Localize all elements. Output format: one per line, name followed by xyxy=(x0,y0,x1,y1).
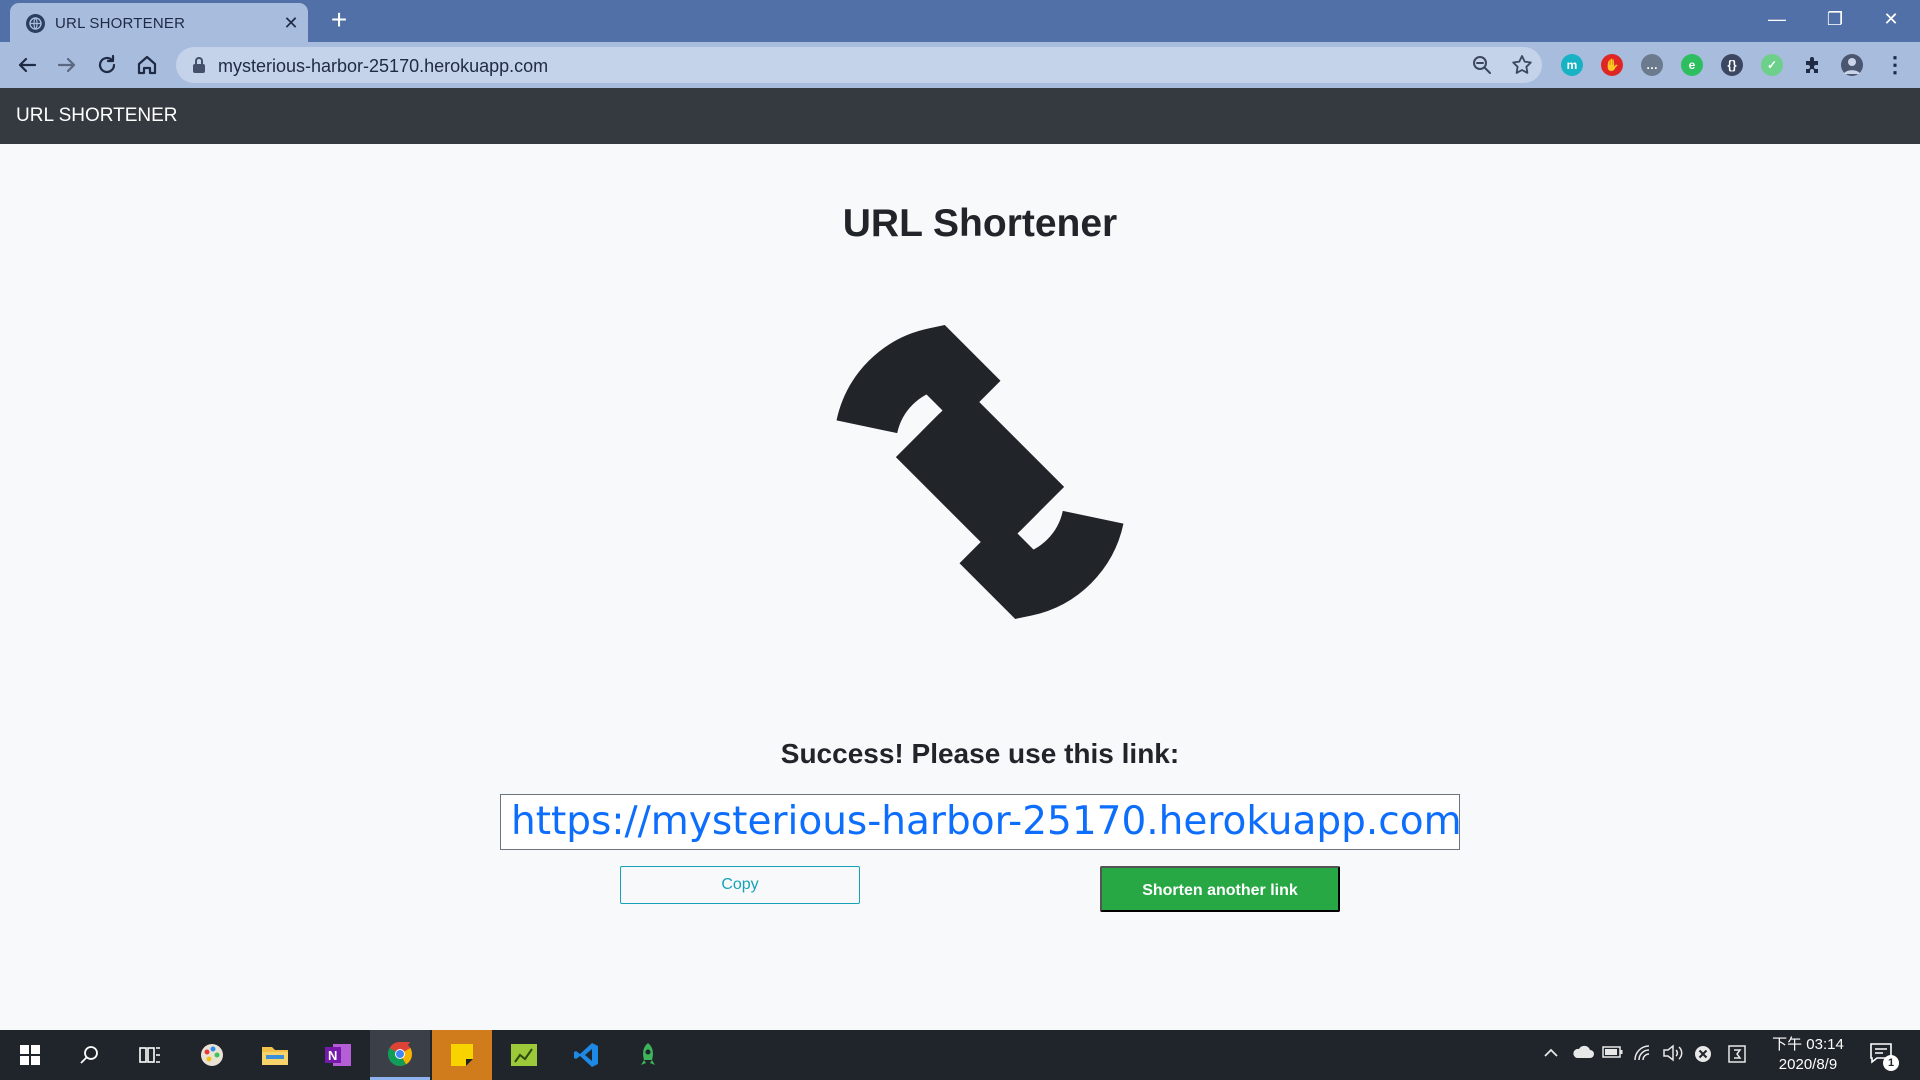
address-bar[interactable]: mysterious-harbor-25170.herokuapp.com xyxy=(176,47,1542,83)
short-link-field[interactable]: https://mysterious-harbor-25170.herokuap… xyxy=(500,794,1460,850)
browser-menu-icon[interactable]: ⋮ xyxy=(1884,51,1906,79)
page-navbar: URL SHORTENER xyxy=(0,88,1920,144)
lock-icon[interactable] xyxy=(192,57,206,73)
chevron-up-icon[interactable] xyxy=(1540,1044,1562,1066)
url-text[interactable]: mysterious-harbor-25170.herokuapp.com xyxy=(218,56,548,77)
back-arrow-icon[interactable] xyxy=(13,51,41,79)
profile-avatar[interactable] xyxy=(1841,54,1863,76)
adblock-icon[interactable]: ✋ xyxy=(1601,54,1623,76)
zoom-icon[interactable] xyxy=(1470,53,1494,77)
m-extension-icon[interactable]: m xyxy=(1561,54,1583,76)
shorten-another-button[interactable]: Shorten another link xyxy=(1100,866,1340,912)
checklist-extension-icon[interactable]: ✓ xyxy=(1761,54,1783,76)
bookmark-star-icon[interactable] xyxy=(1510,53,1534,77)
battery-icon[interactable] xyxy=(1602,1044,1624,1066)
home-icon[interactable] xyxy=(133,51,161,79)
tab-close-icon[interactable]: ✕ xyxy=(281,13,301,33)
vscode-icon[interactable] xyxy=(556,1030,616,1080)
chat-extension-icon[interactable]: … xyxy=(1641,54,1663,76)
network-disconnected-icon[interactable] xyxy=(1692,1044,1714,1066)
browser-toolbar: mysterious-harbor-25170.herokuapp.com m … xyxy=(0,42,1920,88)
sticky-notes-icon[interactable] xyxy=(432,1030,492,1080)
clock-time: 下午 03:14 xyxy=(1772,1036,1844,1053)
globe-favicon-icon xyxy=(26,14,45,33)
reload-icon[interactable] xyxy=(93,51,121,79)
evernote-icon[interactable]: e xyxy=(1681,54,1703,76)
onenote-icon[interactable]: N xyxy=(308,1030,368,1080)
rocket-app-icon[interactable] xyxy=(618,1030,678,1080)
search-icon[interactable] xyxy=(60,1030,120,1080)
json-extension-icon[interactable]: {} xyxy=(1721,54,1743,76)
chart-app-icon[interactable] xyxy=(494,1030,554,1080)
success-message: Success! Please use this link: xyxy=(780,738,1180,769)
system-clock[interactable]: 下午 03:14 2020/8/9 xyxy=(1766,1035,1850,1075)
chrome-taskbar-icon[interactable] xyxy=(370,1030,430,1080)
forward-arrow-icon[interactable] xyxy=(53,51,81,79)
tab-title: URL SHORTENER xyxy=(55,15,186,32)
svg-text:N: N xyxy=(328,1048,337,1063)
puzzle-extensions-icon[interactable] xyxy=(1801,53,1825,77)
paint-app-icon[interactable] xyxy=(182,1030,242,1080)
notification-count-badge: 1 xyxy=(1883,1055,1899,1071)
windows-start-icon[interactable] xyxy=(0,1030,60,1080)
volume-icon[interactable] xyxy=(1662,1044,1684,1066)
task-view-icon[interactable] xyxy=(120,1030,180,1080)
navbar-brand[interactable]: URL SHORTENER xyxy=(16,105,178,127)
new-tab-button[interactable]: + xyxy=(325,6,353,34)
browser-tab-strip: URL SHORTENER ✕ + — ❐ ✕ xyxy=(0,0,1920,42)
onedrive-cloud-icon[interactable] xyxy=(1572,1044,1594,1066)
wifi-icon[interactable] xyxy=(1632,1044,1654,1066)
page-title: URL Shortener xyxy=(842,202,1118,245)
file-explorer-icon[interactable] xyxy=(245,1030,305,1080)
browser-tab[interactable]: URL SHORTENER ✕ xyxy=(10,3,308,42)
clock-date: 2020/8/9 xyxy=(1778,1056,1838,1073)
chain-link-icon xyxy=(836,325,1124,619)
close-window-button[interactable]: ✕ xyxy=(1862,0,1920,38)
windows-taskbar: N 下午 03:14 2020/8/9 1 xyxy=(0,1030,1920,1080)
restore-window-button[interactable]: ❐ xyxy=(1806,0,1864,38)
copy-button[interactable]: Copy xyxy=(620,866,860,904)
input-method-icon[interactable] xyxy=(1726,1044,1748,1066)
minimize-window-button[interactable]: — xyxy=(1748,0,1806,38)
